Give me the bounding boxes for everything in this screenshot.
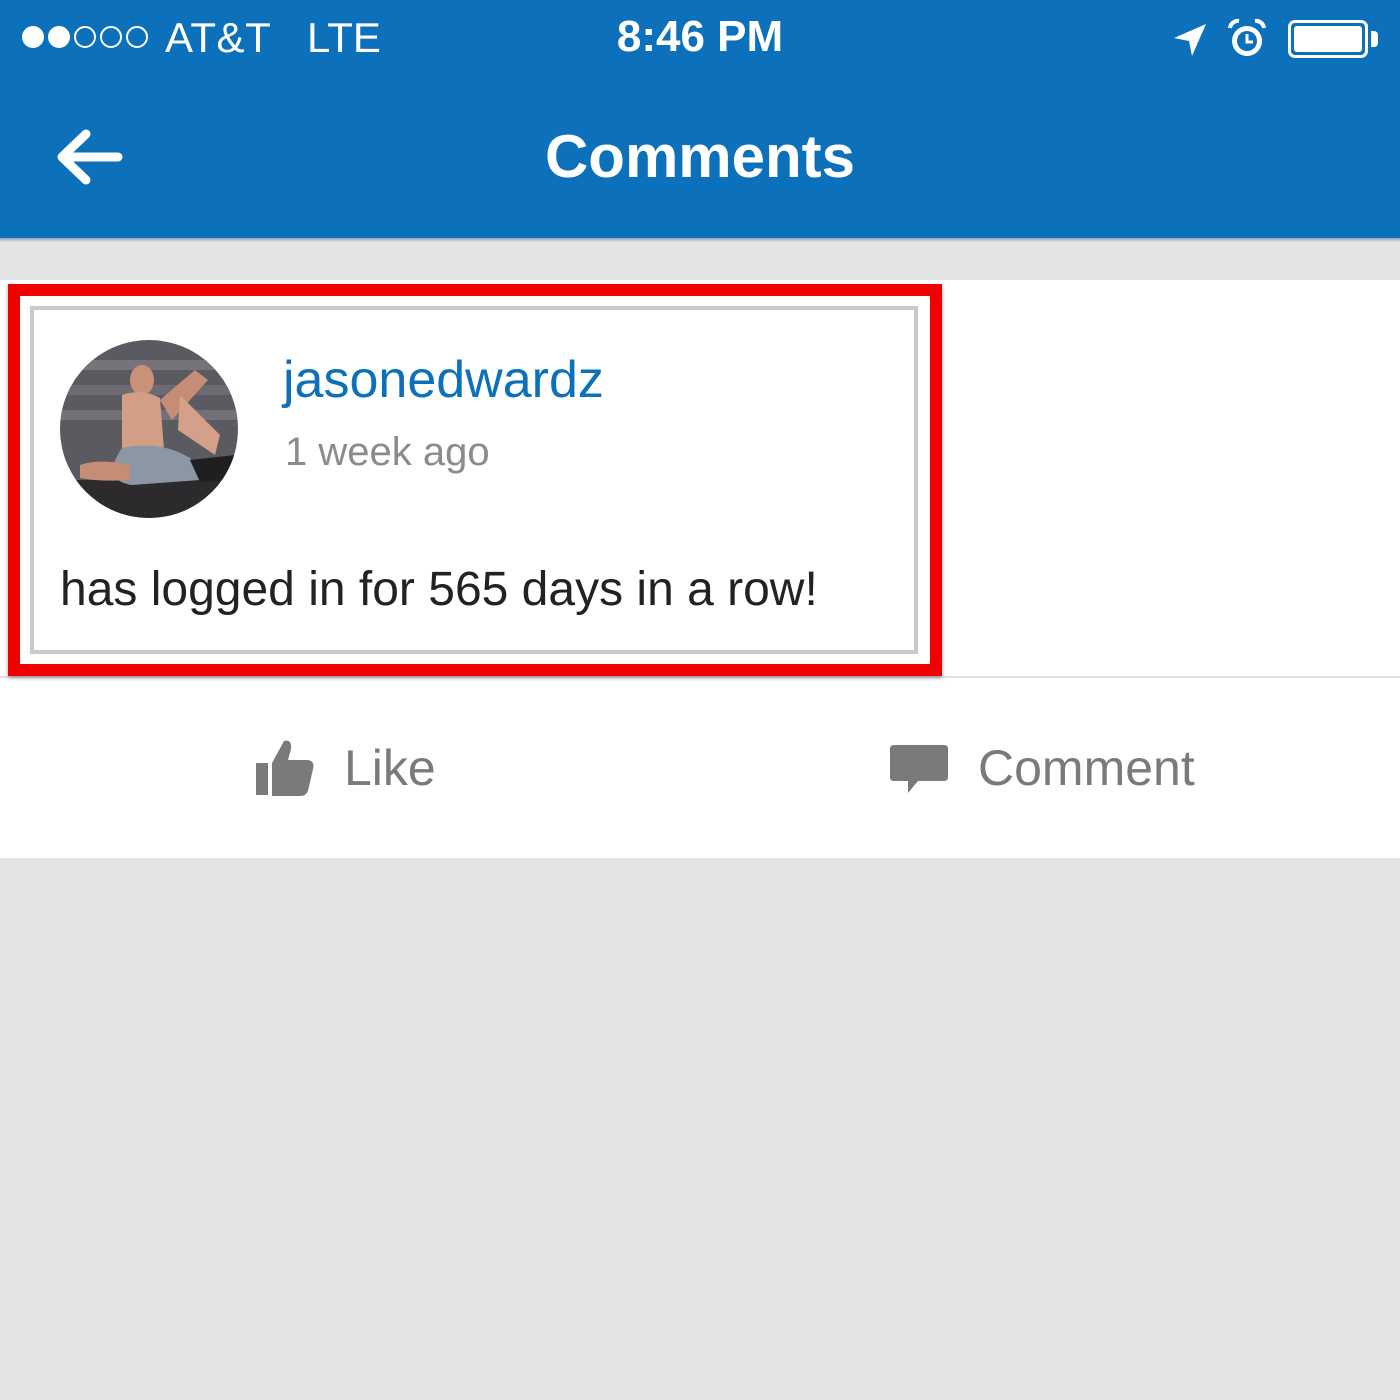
page-title: Comments [544, 123, 856, 190]
user-avatar[interactable] [60, 340, 238, 518]
username-link[interactable]: jasonedwardz [283, 350, 604, 410]
post-text: has logged in for 565 days in a row! [60, 563, 818, 616]
battery-tip [1371, 31, 1378, 47]
thumbs-up-icon [256, 740, 314, 796]
comment-label: Comment [978, 740, 1195, 796]
post-timestamp: 1 week ago [285, 430, 490, 474]
like-label: Like [344, 740, 436, 796]
location-arrow-icon [1174, 24, 1206, 56]
post-divider [0, 676, 1400, 678]
comment-button[interactable]: Comment [888, 728, 1195, 808]
header-shadow [0, 238, 1400, 242]
battery-icon [1288, 20, 1368, 58]
like-button[interactable]: Like [252, 728, 436, 808]
speech-bubble-icon [890, 745, 948, 793]
status-bar: AT&T LTE 8:46 PM [0, 0, 1400, 80]
alarm-clock-icon [1228, 18, 1266, 56]
